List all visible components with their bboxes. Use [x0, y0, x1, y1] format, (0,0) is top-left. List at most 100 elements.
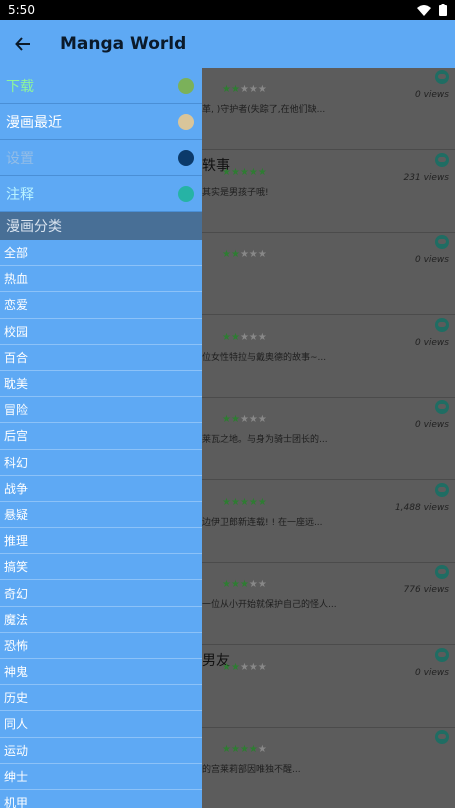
star-icon: ★: [248, 661, 258, 673]
star-icon: ★: [230, 744, 240, 755]
category-item[interactable]: 魔法: [0, 607, 202, 633]
comment-icon[interactable]: [435, 152, 449, 167]
category-item[interactable]: 战争: [0, 476, 202, 502]
system-icons: [417, 4, 447, 16]
category-item[interactable]: 校园: [0, 319, 202, 345]
comment-icon[interactable]: [435, 317, 449, 332]
view-count: 0 views: [414, 420, 449, 430]
manga-description: 的宫莱莉部因唯独不醒...: [202, 765, 301, 775]
back-button[interactable]: [0, 20, 46, 68]
comment-icon[interactable]: [435, 235, 449, 249]
star-icon: ★: [222, 331, 231, 343]
manga-row[interactable]: ★★★★★ 边伊卫郎新连载! ! 在一座远... 1,488 views: [202, 481, 455, 563]
category-item[interactable]: 冒险: [0, 397, 202, 424]
manga-row[interactable]: ★★★★★ 一位从小开始就保护自己的怪人... 776 views: [202, 563, 455, 645]
star-icon: ★: [248, 249, 258, 260]
view-count: 0 views: [414, 337, 449, 348]
category-item[interactable]: 恐怖: [0, 633, 202, 659]
category-list: 全部 热血 恋爱 校园 百合 耽美 冒险 后宫 科幻 战争 悬疑 推理 搞笑 奇幻 魔法 恐怖 神鬼 历史 同人 运动…: [0, 240, 202, 808]
star-icon: ★: [248, 331, 258, 343]
category-item[interactable]: 绅士: [0, 764, 202, 790]
comment-icon[interactable]: [435, 647, 449, 662]
manga-description: 莱瓦之地。与身为骑士团长的...: [202, 435, 328, 445]
star-icon: ★: [222, 84, 231, 95]
star-icon: ★: [230, 166, 240, 178]
view-count: 0 views: [414, 255, 449, 265]
comment-icon[interactable]: [435, 70, 449, 84]
star-icon: ★: [222, 496, 231, 508]
star-icon: ★: [239, 414, 249, 425]
drawer-item-3[interactable]: 注释: [0, 176, 202, 212]
star-icon: ★: [257, 661, 267, 673]
comment-icon[interactable]: [435, 730, 449, 744]
rating-stars: ★★★★★: [222, 744, 267, 755]
rating-stars: ★★★★★: [222, 414, 267, 425]
download-icon: [178, 77, 194, 94]
view-count: 0 views: [414, 667, 449, 678]
comment-icon[interactable]: [435, 400, 449, 414]
manga-row[interactable]: ★★★★★ 0 views: [202, 233, 455, 315]
drawer-item-label: 漫画最近: [6, 114, 62, 131]
category-item[interactable]: 热血: [0, 266, 202, 293]
category-item[interactable]: 全部: [0, 240, 202, 267]
star-icon: ★: [257, 744, 267, 755]
manga-description: 其实是男孩子哦!: [202, 187, 269, 198]
manga-row[interactable]: ★★★★★ 莱瓦之地。与身为骑士团长的... 0 views: [202, 398, 455, 480]
clock-icon: [178, 113, 194, 130]
manga-row[interactable]: 轶事 ★★★★★ 其实是男孩子哦! 231 views: [202, 151, 455, 233]
star-icon: ★: [248, 166, 258, 178]
rating-stars: ★★★★★: [222, 84, 267, 95]
drawer-item-label: 设置: [6, 150, 34, 167]
category-item[interactable]: 百合: [0, 345, 202, 371]
star-icon: ★: [257, 414, 267, 425]
category-item[interactable]: 机甲: [0, 790, 202, 808]
gear-icon: [178, 149, 194, 166]
drawer-item-2[interactable]: 设置: [0, 140, 202, 176]
star-icon: ★: [239, 579, 249, 590]
star-icon: ★: [222, 249, 231, 260]
manga-row[interactable]: ★★★★★ 位女性特拉与戴奥德的故事~... 0 views: [202, 316, 455, 398]
manga-row[interactable]: ★★★★★ 的宫莱莉部因唯独不醒...: [202, 728, 455, 808]
status-bar: 5:50: [0, 0, 455, 20]
comment-icon[interactable]: [435, 482, 449, 497]
category-item[interactable]: 奇幻: [0, 580, 202, 607]
star-icon: ★: [239, 744, 249, 755]
drawer-item-1[interactable]: 漫画最近: [0, 104, 202, 140]
star-icon: ★: [230, 249, 240, 260]
star-icon: ★: [239, 496, 249, 508]
star-icon: ★: [257, 249, 267, 260]
arrow-left-icon: [15, 37, 30, 51]
star-icon: ★: [230, 414, 240, 425]
category-item[interactable]: 悬疑: [0, 502, 202, 529]
category-item[interactable]: 历史: [0, 685, 202, 712]
star-icon: ★: [222, 744, 231, 755]
manga-row[interactable]: ★★★★★ 革, )守护者(失踪了,在他们缺... 0 views: [202, 68, 455, 150]
category-item[interactable]: 推理: [0, 528, 202, 555]
category-item[interactable]: 搞笑: [0, 554, 202, 581]
star-icon: ★: [257, 496, 267, 508]
drawer-item-0[interactable]: 下载: [0, 68, 202, 104]
wifi-icon: [417, 4, 431, 16]
category-item[interactable]: 后宫: [0, 423, 202, 450]
manga-row[interactable]: 男友 ★★★★★ 0 views: [202, 646, 455, 728]
category-item[interactable]: 科幻: [0, 450, 202, 476]
category-item[interactable]: 运动: [0, 738, 202, 764]
category-item[interactable]: 神鬼: [0, 659, 202, 686]
star-icon: ★: [230, 661, 240, 673]
view-count: 0 views: [414, 90, 449, 100]
comment-icon[interactable]: [435, 565, 449, 579]
category-item[interactable]: 同人: [0, 711, 202, 738]
view-count: 231 views: [403, 172, 449, 183]
category-item[interactable]: 恋爱: [0, 292, 202, 319]
star-icon: ★: [222, 166, 231, 178]
category-item[interactable]: 耽美: [0, 371, 202, 398]
star-icon: ★: [257, 579, 267, 590]
manga-description: 革, )守护者(失踪了,在他们缺...: [202, 105, 326, 115]
manga-description: 位女性特拉与戴奥德的故事~...: [202, 352, 327, 363]
star-icon: ★: [257, 166, 267, 178]
star-icon: ★: [248, 744, 258, 755]
star-icon: ★: [248, 496, 258, 508]
star-icon: ★: [248, 579, 258, 590]
manga-list: ★★★★★ 革, )守护者(失踪了,在他们缺... 0 views 轶事 ★★★★★ 其实…: [202, 68, 455, 808]
rating-stars: ★★★★★: [222, 662, 267, 673]
